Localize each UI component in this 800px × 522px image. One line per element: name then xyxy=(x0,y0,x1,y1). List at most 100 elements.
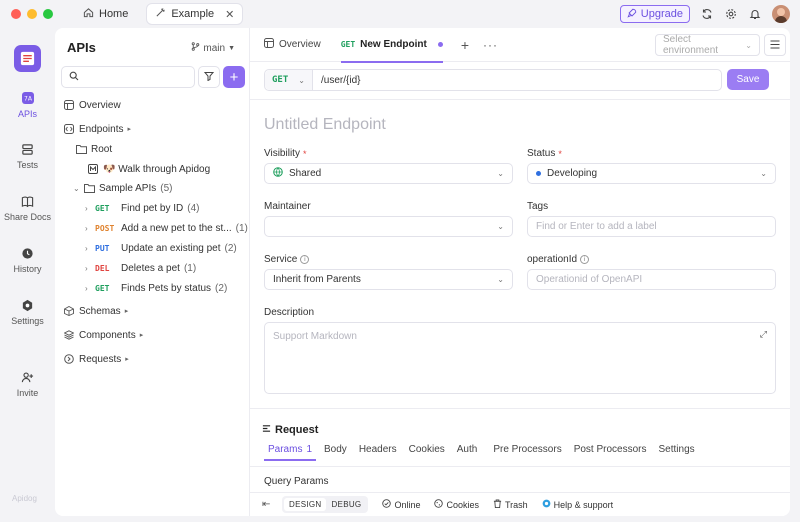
tree-item-label: Components xyxy=(79,329,136,341)
help-support-button[interactable]: Help & support xyxy=(542,499,613,510)
window-controls xyxy=(11,9,53,19)
overview-icon xyxy=(63,99,75,111)
tab-new-endpoint[interactable]: GET New Endpoint xyxy=(340,28,443,63)
app-logo[interactable] xyxy=(14,45,41,72)
unsaved-dot xyxy=(437,42,443,47)
tab-home[interactable]: Home xyxy=(75,3,136,25)
tab-overview[interactable]: Overview xyxy=(264,28,321,62)
save-button[interactable]: Save xyxy=(727,69,769,90)
nav-tests[interactable]: Tests xyxy=(0,142,55,170)
nav-share-docs[interactable]: Share Docs xyxy=(0,194,55,222)
nav-settings[interactable]: Settings xyxy=(0,298,55,326)
tree-item-count: (4) xyxy=(187,202,200,214)
tree-item-endpoints[interactable]: Endpoints ▸ xyxy=(55,119,250,139)
status-label-text: Status xyxy=(527,148,556,159)
maintainer-select[interactable]: ⌄ xyxy=(264,216,513,237)
tab-pre-processors[interactable]: Pre Processors xyxy=(493,444,561,461)
maximize-window-button[interactable] xyxy=(43,9,53,19)
tab-method-badge: GET xyxy=(340,40,356,49)
filter-button[interactable] xyxy=(198,66,220,88)
trash-button[interactable]: Trash xyxy=(493,499,528,510)
divider xyxy=(250,408,790,409)
tags-input[interactable]: Find or Enter to add a label xyxy=(527,216,776,237)
tab-post-processors[interactable]: Post Processors xyxy=(574,444,647,461)
caret-right-icon: ▸ xyxy=(124,308,129,315)
visibility-select[interactable]: Shared ⌄ xyxy=(264,163,513,184)
operation-id-label: operationId i xyxy=(527,254,590,265)
close-tab-icon[interactable]: ✕ xyxy=(225,8,234,21)
upgrade-button[interactable]: Upgrade xyxy=(619,5,690,23)
method-value: GET xyxy=(272,75,289,85)
minimize-window-button[interactable] xyxy=(27,9,37,19)
close-window-button[interactable] xyxy=(11,9,21,19)
tree-item-root[interactable]: Root xyxy=(55,139,250,159)
nav-apis-label: APIs xyxy=(17,109,37,119)
collapse-sidebar-icon[interactable]: ⇤ xyxy=(262,499,274,510)
branch-selector[interactable]: main ▼ xyxy=(191,42,235,54)
chevron-down-icon: ⌄ xyxy=(73,183,80,193)
description-textarea[interactable]: Support Markdown ⤢ xyxy=(264,322,776,394)
operation-id-input[interactable]: Operationid of OpenAPI xyxy=(527,269,776,290)
request-icon xyxy=(63,353,75,365)
tree-item-endpoint[interactable]: › DEL Deletes a pet (1) xyxy=(55,258,250,278)
tab-headers[interactable]: Headers xyxy=(359,444,397,461)
tree-item-overview[interactable]: Overview xyxy=(55,95,250,115)
sync-icon[interactable] xyxy=(700,7,714,21)
search-input[interactable] xyxy=(83,71,193,83)
tab-body[interactable]: Body xyxy=(324,444,347,461)
service-select[interactable]: Inherit from Parents ⌄ xyxy=(264,269,513,290)
tab-params[interactable]: Params 1 xyxy=(263,444,317,461)
cookies-button[interactable]: Cookies xyxy=(434,499,479,510)
expand-icon[interactable]: ⤢ xyxy=(760,329,767,340)
url-input[interactable] xyxy=(313,74,713,86)
tree-item-endpoint[interactable]: › POST Add a new pet to the st... (1) xyxy=(55,218,250,238)
debug-mode-button[interactable]: DEBUG xyxy=(326,498,366,511)
method-select[interactable]: GET ⌄ xyxy=(265,70,313,90)
tree-item-walkthrough[interactable]: 🐶 Walk through Apidog xyxy=(55,159,250,179)
bell-icon[interactable] xyxy=(748,7,762,21)
tree-item-requests[interactable]: Requests ▸ xyxy=(55,349,250,369)
folder-icon xyxy=(75,143,87,155)
nav-invite[interactable]: Invite xyxy=(0,370,55,398)
wand-icon xyxy=(155,7,166,21)
environment-menu-button[interactable] xyxy=(764,34,786,56)
chevron-down-icon: ⌄ xyxy=(497,222,504,231)
more-icon[interactable]: ··· xyxy=(483,38,498,52)
tree-item-components[interactable]: Components ▸ xyxy=(55,325,250,345)
request-title-text: Request xyxy=(275,424,319,436)
environment-select[interactable]: Select environment ⌄ xyxy=(655,34,760,56)
gear-icon[interactable] xyxy=(724,7,738,21)
nav-apis[interactable]: 7A APIs xyxy=(0,91,55,119)
trash-label: Trash xyxy=(504,499,528,510)
info-icon[interactable]: i xyxy=(300,255,310,264)
tree-item-sample-apis[interactable]: ⌄ Sample APIs (5) xyxy=(55,178,250,198)
tab-settings[interactable]: Settings xyxy=(659,444,695,461)
tree-item-label: Deletes a pet xyxy=(121,262,180,274)
new-tab-icon[interactable]: + xyxy=(461,37,469,53)
tree-item-schemas[interactable]: Schemas ▸ xyxy=(55,301,250,321)
tree-item-endpoint[interactable]: › GET Find pet by ID (4) xyxy=(55,198,250,218)
tree-search[interactable] xyxy=(61,66,195,88)
online-status[interactable]: Online xyxy=(382,499,420,510)
info-icon[interactable]: i xyxy=(580,255,590,264)
panel-title: APIs xyxy=(67,40,96,55)
add-endpoint-button[interactable]: + xyxy=(223,66,245,88)
brand-name: Apidog xyxy=(12,494,37,503)
endpoint-name-input[interactable]: Untitled Endpoint xyxy=(264,116,386,134)
avatar[interactable] xyxy=(772,5,790,23)
hamburger-icon xyxy=(770,38,780,52)
cookies-label: Cookies xyxy=(446,499,479,510)
nav-history[interactable]: History xyxy=(0,246,55,274)
tab-auth[interactable]: Auth xyxy=(457,444,478,461)
help-icon xyxy=(542,499,551,510)
service-value: Inherit from Parents xyxy=(273,274,361,285)
tree-item-endpoint[interactable]: › PUT Update an existing pet (2) xyxy=(55,238,250,258)
status-select[interactable]: Developing ⌄ xyxy=(527,163,776,184)
left-nav: 7A APIs Tests Share Docs History Setting… xyxy=(0,28,55,522)
design-mode-button[interactable]: DESIGN xyxy=(284,498,327,511)
tab-cookies[interactable]: Cookies xyxy=(409,444,445,461)
tree-item-endpoint[interactable]: › GET Finds Pets by status (2) xyxy=(55,278,250,298)
tab-example[interactable]: Example ✕ xyxy=(146,3,244,25)
branch-name: main xyxy=(203,42,226,54)
nav-invite-label: Invite xyxy=(16,388,39,398)
